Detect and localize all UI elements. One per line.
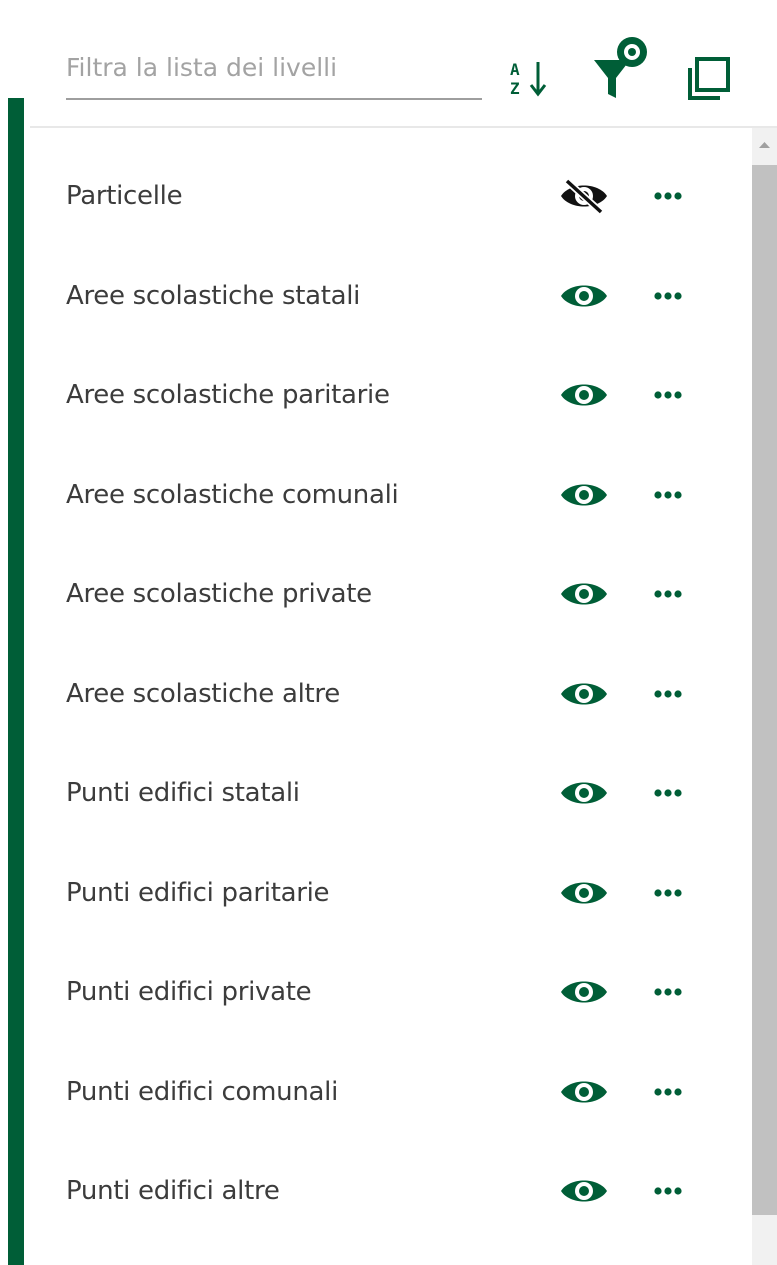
- layer-row[interactable]: Punti edifici comunali: [30, 1044, 750, 1144]
- layer-row[interactable]: Aree scolastiche paritarie: [30, 347, 750, 447]
- layer-label: Particelle: [66, 181, 183, 211]
- more-options-icon[interactable]: [650, 381, 690, 409]
- layer-label: Punti edifici private: [66, 977, 312, 1007]
- svg-text:A: A: [510, 60, 520, 79]
- layer-label: Aree scolastiche private: [66, 579, 372, 609]
- layer-row[interactable]: Punti edifici private: [30, 944, 750, 1044]
- layer-label: Aree scolastiche altre: [66, 678, 340, 709]
- panel-accent-bar: [8, 98, 24, 1265]
- layer-filter-input[interactable]: [66, 48, 482, 100]
- eye-icon[interactable]: [558, 1173, 610, 1209]
- layer-row[interactable]: Punti edifici paritarie: [30, 845, 750, 945]
- more-options-icon[interactable]: [650, 680, 690, 708]
- copy-layers-icon[interactable]: [686, 56, 732, 102]
- layer-row[interactable]: Particelle: [30, 148, 750, 248]
- layer-label: Aree scolastiche paritarie: [66, 380, 390, 410]
- layer-label: Aree scolastiche statali: [66, 280, 361, 311]
- more-options-icon[interactable]: [650, 1078, 690, 1106]
- layer-label: Punti edifici altre: [66, 1176, 280, 1206]
- eye-icon[interactable]: [558, 477, 610, 513]
- svg-text:Z: Z: [510, 79, 520, 98]
- layer-label: Aree scolastiche comunali: [66, 479, 399, 510]
- eye-off-icon[interactable]: [558, 178, 610, 215]
- eye-icon[interactable]: [558, 676, 610, 712]
- layer-label: Punti edifici statali: [66, 778, 300, 808]
- more-options-icon[interactable]: [650, 978, 690, 1006]
- scroll-up-arrow-icon[interactable]: [752, 134, 777, 156]
- filter-visible-icon[interactable]: [590, 34, 662, 100]
- eye-icon[interactable]: [558, 775, 610, 811]
- eye-icon[interactable]: [558, 1074, 610, 1110]
- toolbar-divider: [30, 126, 777, 128]
- more-options-icon[interactable]: [650, 580, 690, 608]
- more-options-icon[interactable]: [650, 1177, 690, 1205]
- layer-row[interactable]: Aree scolastiche private: [30, 546, 750, 646]
- layer-label: Punti edifici paritarie: [66, 877, 330, 908]
- layer-row[interactable]: Punti edifici altre: [30, 1143, 750, 1243]
- sort-az-icon[interactable]: A Z: [508, 58, 550, 100]
- layer-row[interactable]: Punti edifici statali: [30, 745, 750, 845]
- layer-row[interactable]: Aree scolastiche statali: [30, 248, 750, 348]
- more-options-icon[interactable]: [650, 481, 690, 509]
- more-options-icon[interactable]: [650, 779, 690, 807]
- more-options-icon[interactable]: [650, 879, 690, 907]
- layer-row[interactable]: Aree scolastiche altre: [30, 646, 750, 746]
- eye-icon[interactable]: [558, 875, 610, 911]
- eye-icon[interactable]: [558, 278, 610, 314]
- layer-label: Punti edifici comunali: [66, 1076, 339, 1107]
- more-options-icon[interactable]: [650, 182, 690, 210]
- eye-icon[interactable]: [558, 576, 610, 612]
- layer-toolbar: A Z: [0, 0, 777, 128]
- layer-row[interactable]: Aree scolastiche comunali: [30, 447, 750, 547]
- eye-icon[interactable]: [558, 974, 610, 1010]
- more-options-icon[interactable]: [650, 282, 690, 310]
- eye-icon[interactable]: [558, 377, 610, 413]
- scrollbar-thumb[interactable]: [752, 165, 777, 1215]
